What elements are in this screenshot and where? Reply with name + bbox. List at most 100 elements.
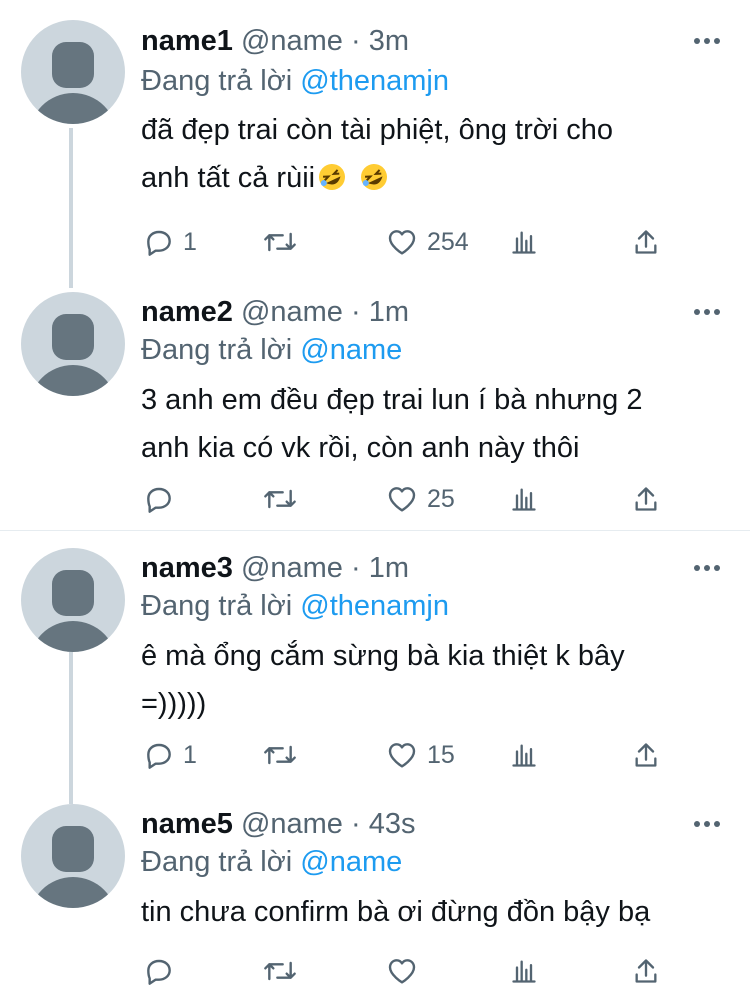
like-button[interactable]: 254	[385, 222, 469, 262]
mention-link[interactable]: @name	[300, 846, 402, 878]
timestamp[interactable]: 43s	[369, 808, 416, 840]
tweet[interactable]: name5 @name · 43s Đang trả lời @name tin…	[0, 802, 750, 999]
tweet-actions: 1 254	[0, 222, 750, 262]
like-button[interactable]	[385, 951, 419, 991]
user-handle[interactable]: @name	[241, 552, 343, 584]
share-button[interactable]	[632, 222, 660, 262]
separator-dot: ·	[351, 808, 361, 840]
retweet-button[interactable]	[262, 222, 298, 262]
like-icon	[388, 743, 416, 768]
retweet-button[interactable]	[262, 479, 298, 519]
retweet-icon	[264, 961, 296, 981]
mention-link[interactable]: @name	[300, 334, 402, 366]
tweet-text-line: đã đẹp trai còn tài phiệt, ông trời cho	[141, 114, 614, 146]
tweet-text: 3 anh em đều đẹp trai lun í bà nhưng 2 a…	[141, 376, 731, 472]
tweet[interactable]: name2 @name · 1m Đang trả lời @name 3 an…	[0, 290, 750, 530]
retweet-button[interactable]	[262, 735, 298, 775]
share-icon	[635, 959, 657, 983]
user-handle[interactable]: @name	[241, 808, 343, 840]
reply-button[interactable]: 1	[143, 735, 197, 775]
tweet-text-line: anh tất cả rùii	[141, 154, 731, 202]
replying-to-label: Đang trả lời	[141, 334, 293, 366]
reply-button[interactable]	[143, 479, 175, 519]
tweet[interactable]: name3 @name · 1m Đang trả lời @thenamjn …	[0, 546, 750, 786]
retweet-icon	[264, 232, 296, 252]
replying-to: Đang trả lời @name	[141, 842, 402, 882]
divider	[0, 530, 750, 531]
timestamp[interactable]: 1m	[369, 552, 409, 584]
analytics-icon	[512, 488, 536, 511]
avatar[interactable]	[21, 548, 125, 652]
like-count: 254	[427, 227, 469, 256]
tweet-text: tin chưa confirm bà ơi đừng đồn bậy bạ	[141, 888, 731, 936]
separator-dot: ·	[351, 25, 361, 57]
tweet-header: name3 @name · 1m	[141, 548, 409, 588]
replying-to: Đang trả lời @name	[141, 330, 402, 370]
reply-icon	[147, 959, 171, 985]
analytics-button[interactable]	[510, 479, 538, 519]
user-handle[interactable]: @name	[241, 296, 343, 328]
display-name[interactable]: name2	[141, 296, 233, 328]
replying-to-label: Đang trả lời	[141, 65, 293, 97]
display-name[interactable]: name1	[141, 25, 233, 57]
like-button[interactable]: 25	[385, 479, 455, 519]
retweet-button[interactable]	[262, 951, 298, 991]
rolling-laughing-emoji-icon	[319, 164, 346, 190]
tweet-header: name2 @name · 1m	[141, 292, 409, 332]
share-icon	[635, 487, 657, 511]
more-options-button[interactable]	[692, 553, 722, 583]
tweet-text-line: tin chưa confirm bà ơi đừng đồn bậy bạ	[141, 896, 651, 928]
rolling-laughing-emoji-icon	[361, 164, 388, 190]
reply-icon	[147, 230, 171, 256]
analytics-icon	[512, 231, 536, 254]
retweet-icon	[264, 489, 296, 509]
tweet-text-line: anh kia có vk rồi, còn anh này thôi	[141, 432, 580, 464]
reply-button[interactable]	[143, 951, 175, 991]
timestamp[interactable]: 3m	[369, 25, 409, 57]
tweet-text: ê mà ổng cắm sừng bà kia thiệt k bây =))…	[141, 632, 731, 728]
display-name[interactable]: name5	[141, 808, 233, 840]
analytics-icon	[512, 960, 536, 983]
replying-to: Đang trả lời @thenamjn	[141, 586, 449, 626]
separator-dot: ·	[351, 296, 361, 328]
more-options-button[interactable]	[692, 297, 722, 327]
like-button[interactable]: 15	[385, 735, 455, 775]
user-handle[interactable]: @name	[241, 25, 343, 57]
avatar[interactable]	[21, 804, 125, 908]
like-count: 15	[427, 740, 455, 769]
share-button[interactable]	[632, 951, 660, 991]
reply-icon	[147, 487, 171, 513]
replying-to-label: Đang trả lời	[141, 590, 293, 622]
tweet-text-line: ê mà ổng cắm sừng bà kia thiệt k bây	[141, 640, 625, 672]
analytics-icon	[512, 744, 536, 767]
analytics-button[interactable]	[510, 951, 538, 991]
share-button[interactable]	[632, 479, 660, 519]
tweet-text-line: 3 anh em đều đẹp trai lun í bà nhưng 2	[141, 384, 643, 416]
share-icon	[635, 743, 657, 767]
share-button[interactable]	[632, 735, 660, 775]
tweet-text-line: =)))))	[141, 688, 207, 720]
mention-link[interactable]: @thenamjn	[300, 590, 449, 622]
analytics-button[interactable]	[510, 735, 538, 775]
replying-to: Đang trả lời @thenamjn	[141, 61, 449, 101]
tweet[interactable]: name1 @name · 3m Đang trả lời @thenamjn …	[0, 0, 750, 284]
retweet-icon	[264, 745, 296, 765]
display-name[interactable]: name3	[141, 552, 233, 584]
like-icon	[388, 487, 416, 512]
like-icon	[388, 230, 416, 255]
tweet-text: đã đẹp trai còn tài phiệt, ông trời cho …	[141, 106, 731, 202]
reply-button[interactable]: 1	[143, 222, 197, 262]
replying-to-label: Đang trả lời	[141, 846, 293, 878]
separator-dot: ·	[351, 552, 361, 584]
avatar[interactable]	[21, 292, 125, 396]
more-icon	[694, 309, 700, 315]
more-options-button[interactable]	[692, 809, 722, 839]
more-icon	[694, 821, 700, 827]
analytics-button[interactable]	[510, 222, 538, 262]
avatar[interactable]	[21, 20, 125, 124]
mention-link[interactable]: @thenamjn	[300, 65, 449, 97]
reply-count: 1	[183, 740, 197, 769]
timestamp[interactable]: 1m	[369, 296, 409, 328]
share-icon	[635, 230, 657, 254]
more-options-button[interactable]	[692, 26, 722, 56]
